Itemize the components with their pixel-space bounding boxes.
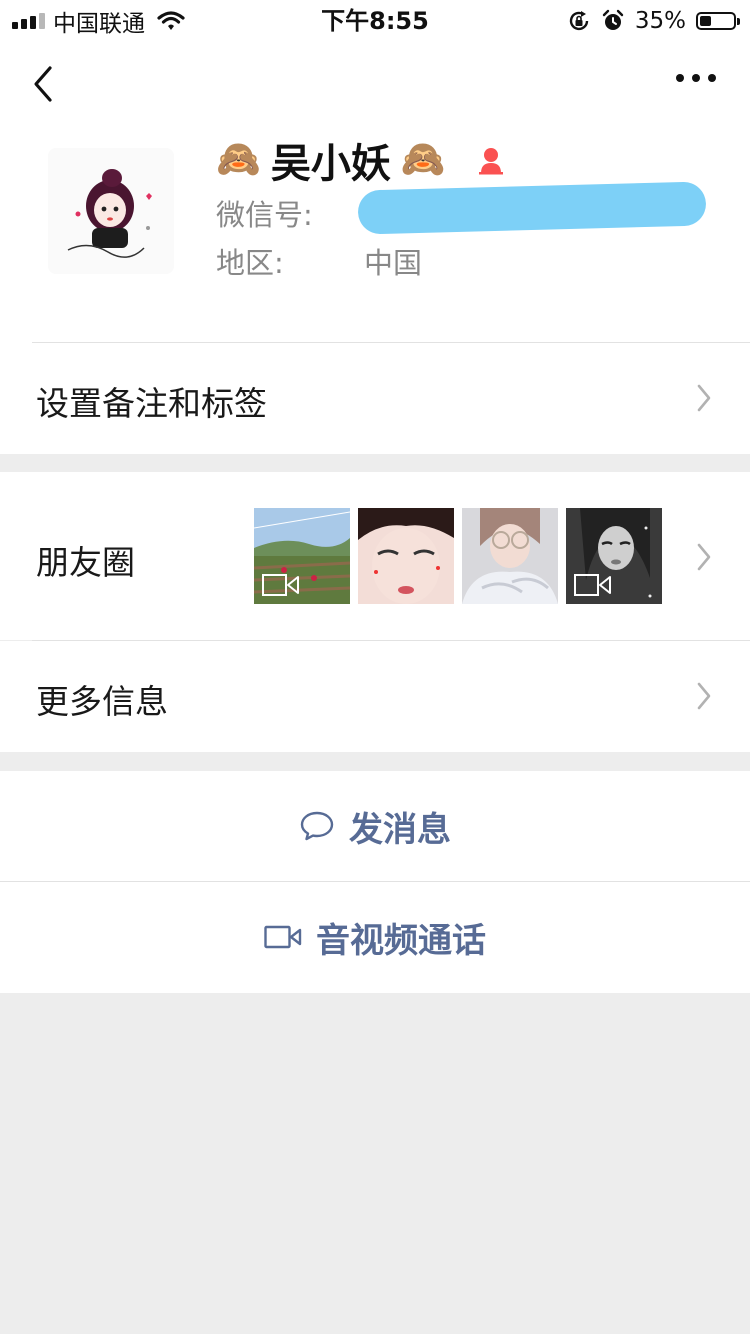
avatar-illustration	[48, 148, 174, 274]
more-info-cell[interactable]: 更多信息	[0, 641, 750, 752]
more-dots-icon[interactable]	[676, 74, 716, 82]
chevron-right-icon	[697, 543, 711, 571]
profile-header: 🙈 吴小妖 🙈 微信号: 地区: 中国 设置备注和标签	[0, 128, 750, 454]
chevron-right-icon	[697, 682, 711, 710]
status-right: 35%	[567, 4, 740, 38]
av-call-button[interactable]: 音视频通话	[0, 882, 750, 993]
wechat-id-label: 微信号:	[216, 198, 313, 232]
rotation-lock-icon	[569, 11, 589, 31]
remark-tags-cell[interactable]: 设置备注和标签	[0, 343, 750, 454]
battery-level-fill	[700, 16, 711, 26]
moments-thumbnail[interactable]	[254, 508, 350, 604]
remark-tags-label: 设置备注和标签	[36, 384, 267, 423]
chevron-right-icon	[697, 384, 711, 412]
video-camera-icon	[264, 925, 302, 949]
av-call-content: 音视频通话	[0, 882, 750, 992]
region-row: 地区: 中国	[216, 240, 422, 282]
send-message-button[interactable]: 发消息	[0, 771, 750, 882]
video-icon	[574, 574, 611, 596]
nav-bar	[0, 40, 750, 128]
female-icon	[478, 148, 503, 175]
nickname: 吴小妖	[270, 141, 391, 187]
moments-thumbnails	[254, 508, 662, 604]
battery-icon	[696, 12, 740, 30]
battery-percent: 35%	[634, 8, 686, 34]
back-chevron-icon[interactable]	[28, 62, 58, 106]
selfie-photo	[358, 508, 454, 604]
wechat-id-row: 微信号:	[216, 192, 313, 234]
moments-cell[interactable]: 朋友圈	[0, 472, 750, 641]
wechat-id-redaction	[357, 181, 707, 235]
send-message-content: 发消息	[0, 771, 750, 881]
more-info-label: 更多信息	[36, 682, 168, 721]
portrait-sunglasses-photo	[462, 508, 558, 604]
avatar[interactable]	[48, 148, 174, 274]
see-no-evil-monkey-emoji: 🙈	[216, 139, 261, 180]
moments-thumbnail[interactable]	[462, 508, 558, 604]
alarm-icon	[602, 9, 624, 30]
send-message-label: 发消息	[349, 809, 451, 850]
moments-label: 朋友圈	[36, 543, 135, 582]
av-call-label: 音视频通话	[316, 920, 486, 961]
see-no-evil-monkey-emoji: 🙈	[400, 139, 446, 180]
nickname-row: 🙈 吴小妖 🙈	[216, 132, 506, 188]
moments-thumbnail[interactable]	[566, 508, 662, 604]
video-icon	[262, 574, 299, 596]
region-value: 中国	[364, 246, 423, 280]
region-label: 地区:	[216, 246, 284, 280]
moments-thumbnail[interactable]	[358, 508, 454, 604]
chat-bubble-icon	[300, 811, 334, 841]
status-bar: 中国联通 下午8:55 35%	[0, 0, 750, 40]
